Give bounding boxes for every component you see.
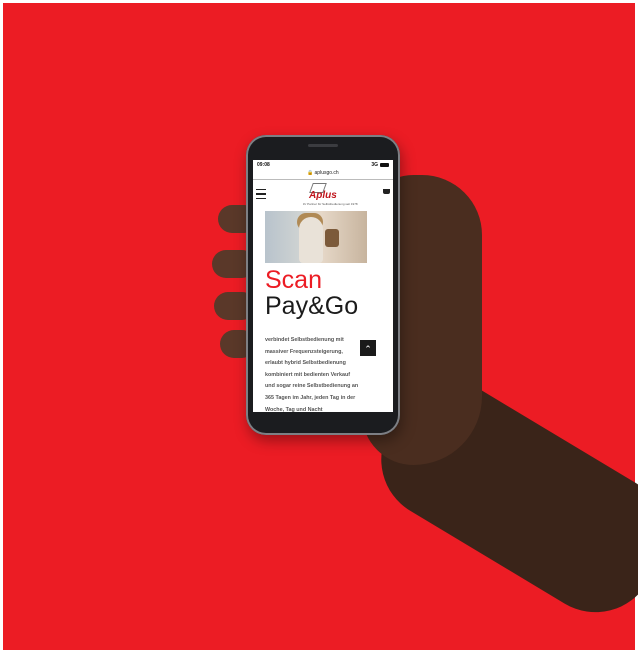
lock-icon: 🔒 xyxy=(307,170,314,176)
logo-text: Aplus xyxy=(309,190,337,201)
headline-scan: Scan xyxy=(265,266,322,294)
battery-icon xyxy=(380,163,389,167)
status-bar: 09:08 3G xyxy=(253,160,393,170)
site-logo[interactable]: Aplus ihr Partner für Selbstbedienung se… xyxy=(303,183,358,209)
url-text: aplusgo.ch xyxy=(314,170,339,176)
hero-image xyxy=(265,211,367,263)
chevron-up-icon: ⌃ xyxy=(364,344,372,354)
phone-speaker xyxy=(308,144,338,147)
logo-subtitle: ihr Partner für Selbstbedienung seit 197… xyxy=(303,202,358,206)
hero-headline: Scan Pay&Go xyxy=(265,267,358,320)
status-time: 09:08 xyxy=(257,162,270,168)
network-label: 3G xyxy=(371,162,378,168)
status-indicators: 3G xyxy=(371,162,389,168)
browser-url-bar[interactable]: 🔒aplusgo.ch xyxy=(253,170,393,180)
smartphone: 09:08 3G 🔒aplusgo.ch Aplus ihr Partner f… xyxy=(246,135,400,435)
description-line: 365 Tagen im Jahr, jeden Tag in der xyxy=(265,394,356,401)
description-line: und sogar reine Selbstbedienung an xyxy=(265,383,359,390)
hamburger-menu-icon[interactable] xyxy=(256,189,266,199)
description-line: kombiniert mit bedienten Verkauf xyxy=(265,371,351,378)
photo-product-jar xyxy=(325,229,339,247)
photo-person xyxy=(299,217,323,263)
phone-bottom-bezel xyxy=(253,413,393,431)
scroll-to-top-button[interactable]: ⌃ xyxy=(360,340,376,356)
description-line: erlaubt hybrid Selbstbedienung xyxy=(265,360,346,367)
shopping-cart-icon[interactable] xyxy=(383,189,390,194)
headline-paygo: Pay&Go xyxy=(265,292,359,321)
